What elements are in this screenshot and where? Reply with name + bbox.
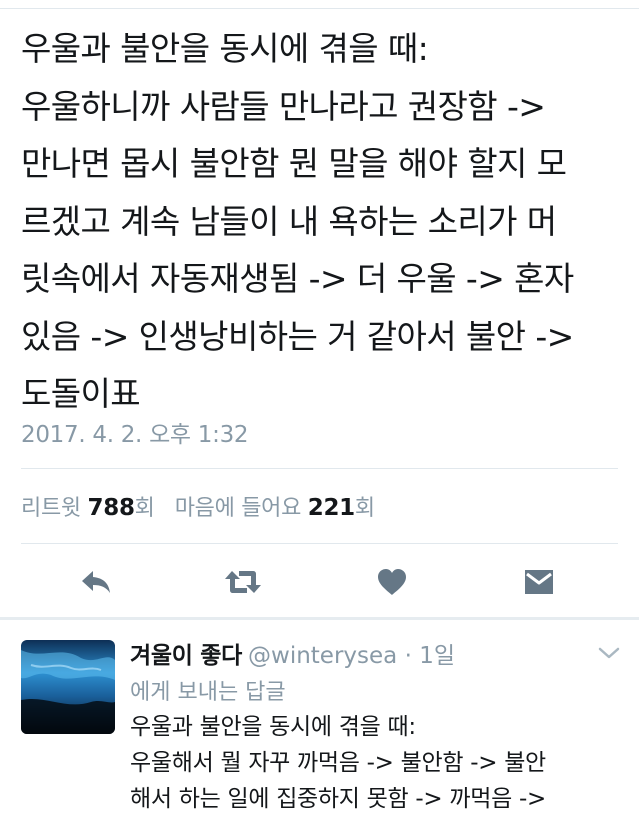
reply-text: 우울과 불안을 동시에 겪을 때: 우울해서 뭘 자꾸 까먹음 -> 불안함 -… <box>130 709 630 817</box>
reply-button[interactable] <box>74 560 118 604</box>
reply-line: 우울과 불안을 동시에 겪을 때: <box>130 714 416 740</box>
retweet-button[interactable] <box>221 560 265 604</box>
separator-dot: · <box>397 643 420 669</box>
more-options-button[interactable] <box>597 644 621 662</box>
likes-stat[interactable]: 마음에 들어요 221회 <box>174 495 375 521</box>
like-button[interactable] <box>370 560 414 604</box>
heart-icon <box>378 569 406 595</box>
retweet-count: 788 <box>87 495 135 521</box>
tweet-line: 도돌이표 <box>21 374 141 413</box>
tweet-line: 우울과 불안을 동시에 겪을 때: <box>21 29 429 68</box>
display-name[interactable]: 겨울이 좋다 <box>130 643 242 669</box>
reply-line: 해서 하는 일에 집중하지 못함 -> 까먹음 -> <box>130 786 546 812</box>
chevron-down-icon <box>598 647 620 659</box>
tweet-line: 르겠고 계속 남들이 내 욕하는 소리가 머 <box>21 201 557 241</box>
ice-cave-image <box>21 640 115 734</box>
tweet-line: 만나면 몹시 불안함 뭔 말을 해야 할지 모 <box>21 144 567 183</box>
likes-label: 마음에 들어요 <box>174 496 302 521</box>
tweet-line: 릿속에서 자동재생됨 -> 더 우울 -> 혼자 <box>21 259 574 298</box>
likes-count: 221 <box>307 495 355 521</box>
message-icon <box>525 570 553 594</box>
user-handle[interactable]: @winterysea <box>248 643 397 669</box>
retweet-stat[interactable]: 리트윗 788회 <box>21 495 155 521</box>
reply-icon <box>82 571 110 593</box>
retweet-label: 리트윗 <box>21 496 81 521</box>
reply-header: 겨울이 좋다 @winterysea · 1일 <box>130 636 455 670</box>
tweet-timestamp[interactable]: 2017. 4. 2. 오후 1:32 <box>21 415 249 449</box>
avatar[interactable] <box>21 640 115 734</box>
tweet-line: 있음 -> 인생낭비하는 거 같아서 불안 -> <box>21 316 574 356</box>
retweet-unit: 회 <box>134 496 155 521</box>
direct-message-button[interactable] <box>517 560 561 604</box>
top-divider <box>0 0 639 9</box>
tweet-actions <box>0 560 639 604</box>
divider <box>21 468 618 469</box>
tweet-line: 우울하니까 사람들 만나라고 권장함 -> <box>21 86 546 126</box>
tweet-text: 우울과 불안을 동시에 겪을 때: 우울하니까 사람들 만나라고 권장함 -> … <box>21 20 621 423</box>
likes-unit: 회 <box>354 496 375 521</box>
reply-line: 우울해서 뭘 자꾸 까먹음 -> 불안함 -> 불안 <box>130 750 546 776</box>
reply-context: 에게 보내는 답글 <box>130 680 286 705</box>
retweet-icon <box>225 571 261 593</box>
reply-time[interactable]: 1일 <box>419 643 455 669</box>
divider <box>21 543 618 544</box>
tweet-stats: 리트윗 788회 마음에 들어요 221회 <box>21 490 375 522</box>
reply-tweet[interactable]: 겨울이 좋다 @winterysea · 1일 에게 보내는 답글 우울과 불안을… <box>0 620 639 812</box>
